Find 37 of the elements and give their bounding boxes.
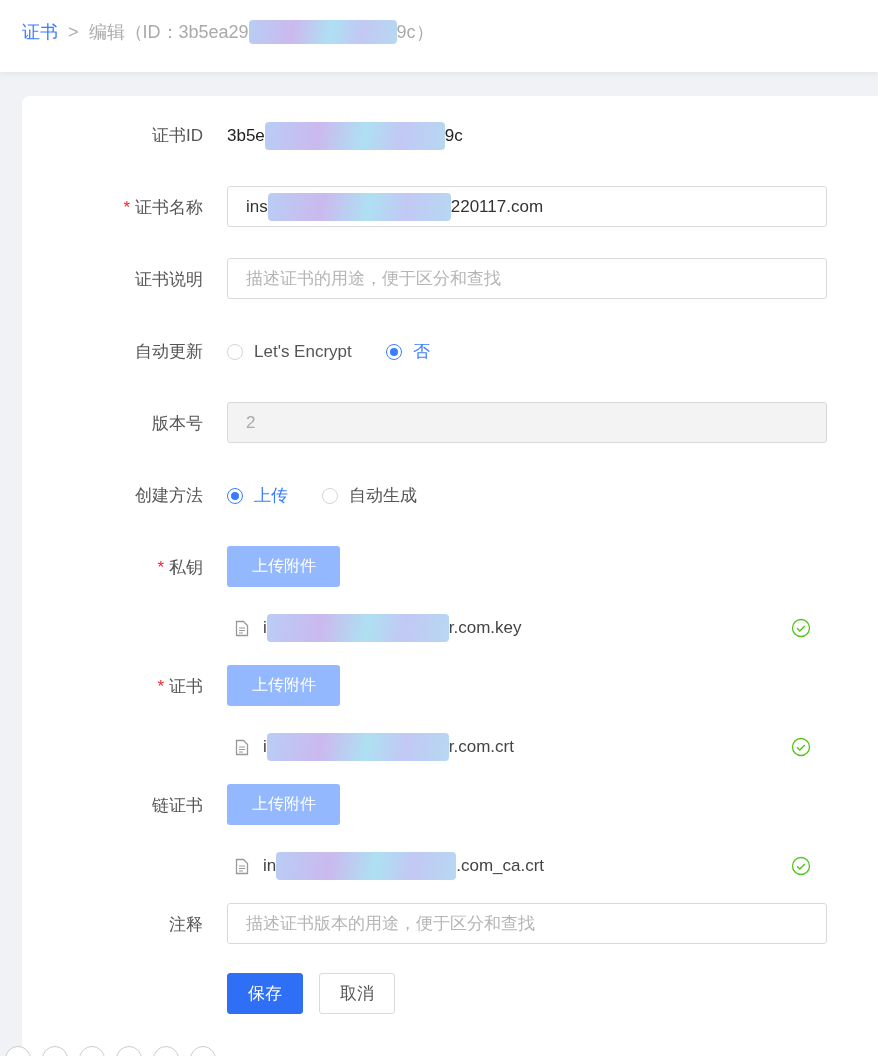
field-label: 证书说明 bbox=[135, 270, 203, 289]
file-name: .com_ca.crt bbox=[456, 856, 545, 876]
field-label: 注释 bbox=[169, 915, 203, 934]
breadcrumb-current: 9c） bbox=[396, 21, 434, 44]
field-label: 证书ID bbox=[152, 126, 203, 145]
id-value: 3b5e bbox=[227, 125, 265, 147]
save-button[interactable]: 保存 bbox=[227, 973, 303, 1014]
breadcrumb-link[interactable]: 证书 bbox=[22, 20, 58, 44]
field-label: 链证书 bbox=[152, 796, 203, 815]
file-name: i bbox=[263, 737, 267, 757]
document-icon bbox=[235, 619, 249, 637]
input-field[interactable]: 描述证书的用途，便于区分和查找 bbox=[227, 258, 827, 299]
radio-option[interactable]: 自动生成 bbox=[322, 484, 417, 507]
cancel-button[interactable]: 取消 bbox=[319, 973, 395, 1014]
required-mark: * bbox=[157, 558, 164, 577]
file-name: r.com.key bbox=[448, 618, 522, 638]
input-field[interactable]: ins 220117.com bbox=[227, 186, 827, 227]
field-label: 证书 bbox=[169, 677, 203, 696]
required-mark: * bbox=[157, 677, 164, 696]
id-value: 9c bbox=[444, 125, 463, 147]
field-label: 自动更新 bbox=[135, 342, 203, 361]
field-label: 版本号 bbox=[152, 414, 203, 433]
required-mark: * bbox=[123, 198, 130, 217]
file-name: r.com.crt bbox=[448, 737, 514, 757]
breadcrumb-separator: > bbox=[68, 21, 79, 43]
file-name: i bbox=[263, 618, 267, 638]
field-label: 私钥 bbox=[169, 558, 203, 577]
document-icon bbox=[235, 857, 249, 875]
breadcrumb-current: 编辑（ID：3b5ea29 bbox=[88, 21, 249, 44]
field-label: 证书名称 bbox=[135, 198, 203, 217]
document-icon bbox=[235, 738, 249, 756]
radio-option[interactable]: 否 bbox=[385, 340, 430, 363]
radio-option[interactable]: 上传 bbox=[227, 484, 288, 507]
file-name: in bbox=[263, 856, 277, 876]
input-field[interactable]: 描述证书版本的用途，便于区分和查找 bbox=[227, 903, 827, 944]
radio-option[interactable]: Let's Encrypt bbox=[227, 341, 352, 362]
field-label: 创建方法 bbox=[135, 486, 203, 505]
